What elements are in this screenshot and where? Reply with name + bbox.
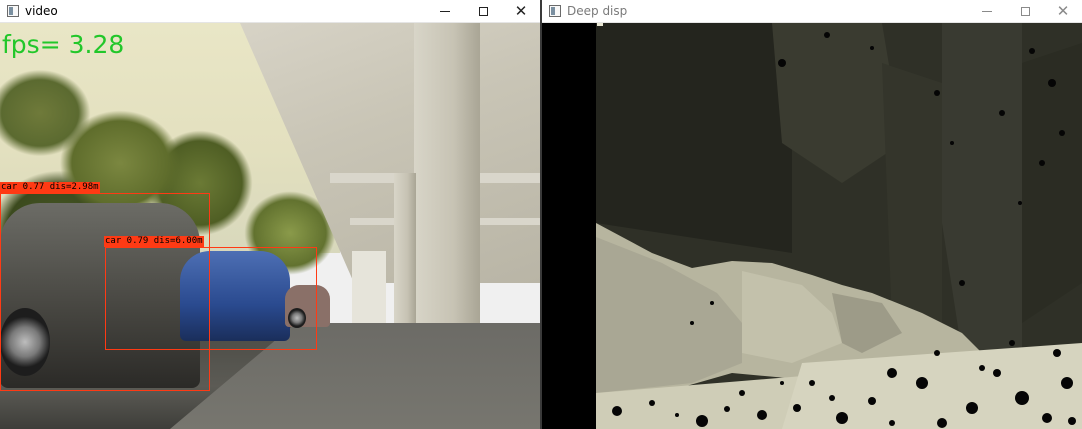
maximize-icon <box>1020 6 1030 16</box>
close-icon: ✕ <box>514 2 528 20</box>
depth-window-title: Deep disp <box>567 4 628 18</box>
close-icon: ✕ <box>1056 2 1070 20</box>
close-button[interactable]: ✕ <box>502 0 540 23</box>
maximize-icon <box>478 6 488 16</box>
video-window-title: video <box>25 4 58 18</box>
minimize-icon <box>982 10 992 12</box>
video-frame: fps= 3.28 car 0.77 dis=2.98m car 0.79 di… <box>0 23 540 429</box>
detection-label-2: car 0.79 dis=6.00m <box>104 236 204 247</box>
minimize-icon <box>440 10 450 12</box>
close-button[interactable]: ✕ <box>1044 0 1082 23</box>
video-window[interactable]: video ✕ fps= 3.28 car 0.77 dis=2.98m car <box>0 0 540 429</box>
maximize-button[interactable] <box>1006 0 1044 23</box>
minimize-button[interactable] <box>968 0 1006 23</box>
disparity-map <box>542 23 1082 429</box>
fps-counter: fps= 3.28 <box>2 30 125 59</box>
depth-window[interactable]: Deep disp ✕ <box>542 0 1082 429</box>
video-title-bar[interactable]: video ✕ <box>0 0 540 23</box>
detection-label-1: car 0.77 dis=2.98m <box>0 182 100 193</box>
invalid-disparity-band <box>542 23 596 429</box>
disparity-image <box>542 23 1082 429</box>
app-window-icon <box>7 5 19 17</box>
app-window-icon <box>549 5 561 17</box>
maximize-button[interactable] <box>464 0 502 23</box>
depth-title-bar[interactable]: Deep disp ✕ <box>542 0 1082 23</box>
detection-box-2 <box>105 247 317 350</box>
minimize-button[interactable] <box>426 0 464 23</box>
